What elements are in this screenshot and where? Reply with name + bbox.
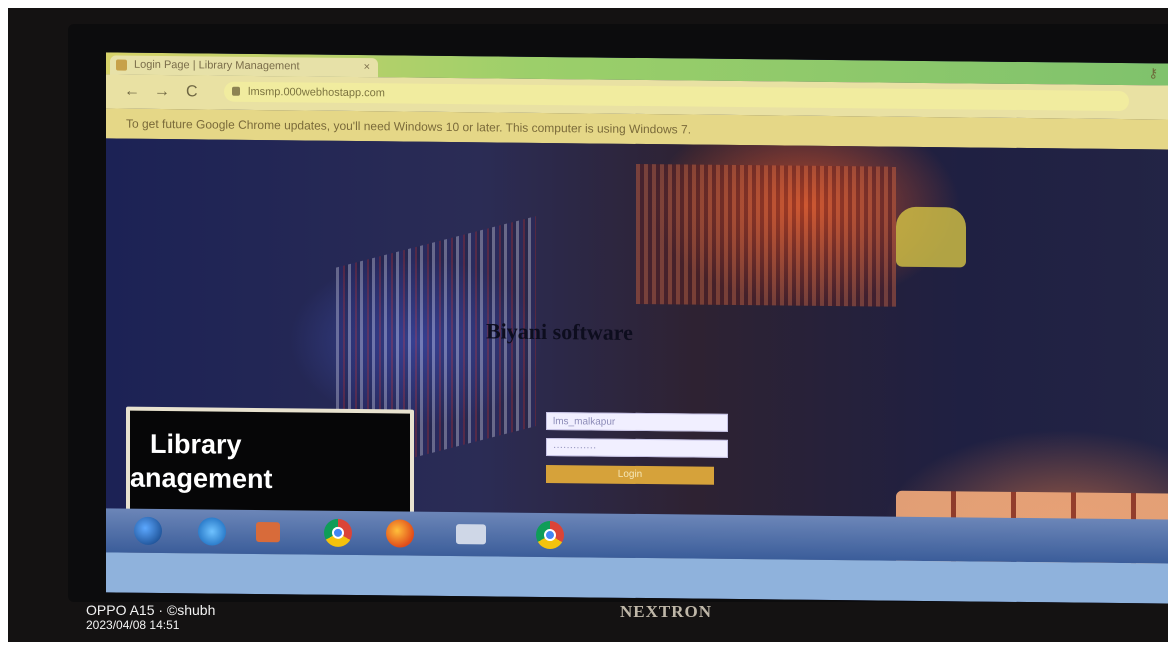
photo-watermark: OPPO A15 · ©shubh 2023/04/08 14:51 [86,602,215,632]
back-button[interactable]: ← [124,83,140,101]
chrome-canary-icon[interactable] [536,520,564,550]
forward-button[interactable]: → [154,83,170,101]
brand-title: Biyani software [486,318,633,345]
folder-icon[interactable] [456,524,486,545]
tab-title: Login Page | Library Management [134,58,300,73]
bookshelf-image [636,163,896,307]
librarian-image [896,206,966,268]
login-page-background: Biyani software lms_malkapur ···········… [106,138,1168,530]
firefox-icon[interactable] [386,519,414,548]
monitor-screen: Login Page | Library Management × ⚷ ← → … [106,52,1168,604]
monitor-brand: NEXTRON [620,602,713,621]
login-button[interactable]: Login [546,465,714,485]
windows-start-icon[interactable] [134,516,162,545]
lock-icon [232,86,240,96]
tab-favicon-icon [116,59,127,71]
address-bar-url: lmsmp.000webhostapp.com [248,85,385,100]
media-player-icon[interactable] [256,521,280,543]
logo-line-2: anagement [130,462,273,495]
watermark-datetime: 2023/04/08 14:51 [86,618,180,632]
username-input[interactable]: lms_malkapur [546,412,728,432]
internet-explorer-icon[interactable] [198,517,226,546]
chrome-icon[interactable] [324,518,352,547]
logo-line-1: Library [150,428,242,460]
reload-button[interactable]: C [186,83,198,101]
tab-close-icon[interactable]: × [364,58,370,77]
password-input[interactable]: ············· [546,438,728,458]
address-bar[interactable]: lmsmp.000webhostapp.com [224,81,1129,112]
key-icon[interactable]: ⚷ [1148,65,1158,81]
watermark-device: OPPO A15 · ©shubh [86,602,216,618]
photo-frame: Login Page | Library Management × ⚷ ← → … [8,8,1168,642]
